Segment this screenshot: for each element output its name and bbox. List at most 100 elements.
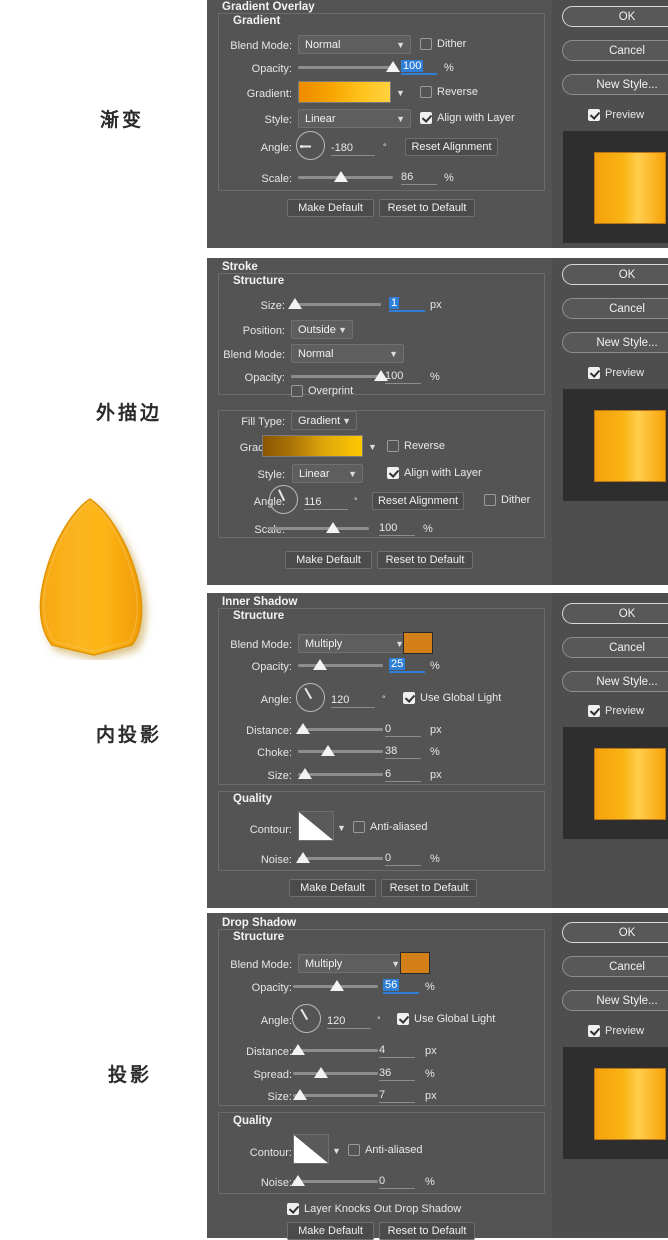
opacity-field[interactable]: 100 [385, 368, 421, 384]
size-field[interactable]: 1 [389, 296, 425, 312]
size-field[interactable]: 7 [379, 1087, 415, 1103]
blend-mode-select[interactable]: Normal ▼ [298, 35, 411, 54]
align-with-layer-checkbox[interactable]: Align with Layer [420, 112, 515, 124]
slider-thumb[interactable] [321, 745, 335, 756]
use-global-light-checkbox[interactable]: Use Global Light [403, 692, 501, 704]
chevron-down-icon[interactable]: ▼ [368, 442, 377, 452]
noise-field[interactable]: 0 [385, 850, 421, 866]
shadow-color-swatch[interactable] [403, 632, 433, 654]
chevron-down-icon[interactable]: ▼ [396, 88, 405, 98]
scale-field[interactable]: 100 [379, 520, 415, 536]
choke-slider[interactable] [298, 744, 383, 758]
noise-field[interactable]: 0 [379, 1173, 415, 1189]
angle-field[interactable]: 120 [331, 692, 375, 708]
blend-mode-select[interactable]: Multiply ▼ [298, 954, 406, 973]
angle-field[interactable]: 120 [327, 1013, 371, 1029]
opacity-slider[interactable] [298, 658, 383, 672]
scale-slider[interactable] [269, 521, 369, 535]
scale-field[interactable]: 86 [401, 169, 437, 185]
slider-thumb[interactable] [314, 1067, 328, 1078]
cancel-button[interactable]: Cancel [562, 40, 668, 61]
style-select[interactable]: Linear ▼ [292, 464, 363, 483]
layer-knocks-out-checkbox[interactable]: Layer Knocks Out Drop Shadow [287, 1203, 461, 1215]
make-default-button[interactable]: Make Default [287, 1222, 374, 1240]
blend-mode-select[interactable]: Multiply ▼ [298, 634, 410, 653]
slider-thumb[interactable] [288, 298, 302, 309]
angle-dial[interactable] [269, 485, 298, 514]
ok-button[interactable]: OK [562, 922, 668, 943]
slider-thumb[interactable] [296, 723, 310, 734]
anti-aliased-checkbox[interactable]: Anti-aliased [348, 1144, 422, 1156]
opacity-field[interactable]: 25 [389, 657, 425, 673]
cancel-button[interactable]: Cancel [562, 298, 668, 319]
align-with-layer-checkbox[interactable]: Align with Layer [387, 467, 482, 479]
slider-thumb[interactable] [291, 1175, 305, 1186]
new-style-button[interactable]: New Style... [562, 671, 668, 692]
size-field[interactable]: 6 [385, 766, 421, 782]
angle-field[interactable]: 116 [304, 494, 348, 510]
spread-slider[interactable] [293, 1066, 378, 1080]
cancel-button[interactable]: Cancel [562, 956, 668, 977]
reset-to-default-button[interactable]: Reset to Default [379, 1222, 475, 1240]
dither-checkbox[interactable]: Dither [420, 38, 466, 50]
ok-button[interactable]: OK [562, 603, 668, 624]
size-slider[interactable] [288, 297, 381, 311]
distance-slider[interactable] [296, 722, 383, 736]
opacity-slider[interactable] [293, 979, 378, 993]
size-slider[interactable] [298, 767, 383, 781]
ok-button[interactable]: OK [562, 264, 668, 285]
spread-field[interactable]: 36 [379, 1065, 415, 1081]
size-slider[interactable] [293, 1088, 378, 1102]
preview-checkbox[interactable]: Preview [588, 367, 644, 379]
opacity-slider[interactable] [298, 60, 400, 74]
distance-field[interactable]: 0 [385, 721, 421, 737]
slider-thumb[interactable] [386, 61, 400, 72]
slider-thumb[interactable] [296, 852, 310, 863]
style-select[interactable]: Linear ▼ [298, 109, 411, 128]
angle-dial[interactable] [296, 683, 325, 712]
gradient-swatch[interactable] [298, 81, 391, 103]
reset-alignment-button[interactable]: Reset Alignment [372, 492, 464, 510]
opacity-slider[interactable] [291, 369, 388, 383]
fill-type-select[interactable]: Gradient ▼ [291, 411, 357, 430]
use-global-light-checkbox[interactable]: Use Global Light [397, 1013, 495, 1025]
preview-checkbox[interactable]: Preview [588, 109, 644, 121]
gradient-swatch[interactable] [262, 435, 363, 457]
reset-to-default-button[interactable]: Reset to Default [381, 879, 477, 897]
dither-checkbox[interactable]: Dither [484, 494, 530, 506]
overprint-checkbox[interactable]: Overprint [291, 385, 353, 397]
slider-thumb[interactable] [330, 980, 344, 991]
preview-checkbox[interactable]: Preview [588, 1025, 644, 1037]
opacity-field[interactable]: 56 [383, 978, 419, 994]
new-style-button[interactable]: New Style... [562, 990, 668, 1011]
slider-thumb[interactable] [298, 768, 312, 779]
opacity-field[interactable]: 100 [401, 59, 437, 75]
angle-dial[interactable] [296, 131, 325, 160]
cancel-button[interactable]: Cancel [562, 637, 668, 658]
reset-to-default-button[interactable]: Reset to Default [377, 551, 473, 569]
contour-swatch[interactable] [298, 811, 334, 841]
make-default-button[interactable]: Make Default [285, 551, 372, 569]
ok-button[interactable]: OK [562, 6, 668, 27]
distance-slider[interactable] [291, 1043, 378, 1057]
angle-dial[interactable] [292, 1004, 321, 1033]
distance-field[interactable]: 4 [379, 1042, 415, 1058]
reverse-checkbox[interactable]: Reverse [420, 86, 478, 98]
make-default-button[interactable]: Make Default [289, 879, 376, 897]
reverse-checkbox[interactable]: Reverse [387, 440, 445, 452]
chevron-down-icon[interactable]: ▼ [337, 823, 346, 833]
scale-slider[interactable] [298, 170, 393, 184]
reset-to-default-button[interactable]: Reset to Default [379, 199, 475, 217]
slider-thumb[interactable] [334, 171, 348, 182]
noise-slider[interactable] [291, 1174, 378, 1188]
position-select[interactable]: Outside ▼ [291, 320, 353, 339]
make-default-button[interactable]: Make Default [287, 199, 374, 217]
reset-alignment-button[interactable]: Reset Alignment [405, 138, 498, 156]
shadow-color-swatch[interactable] [400, 952, 430, 974]
noise-slider[interactable] [296, 851, 383, 865]
choke-field[interactable]: 38 [385, 743, 421, 759]
blend-mode-select[interactable]: Normal ▼ [291, 344, 404, 363]
slider-thumb[interactable] [293, 1089, 307, 1100]
slider-thumb[interactable] [326, 522, 340, 533]
new-style-button[interactable]: New Style... [562, 74, 668, 95]
